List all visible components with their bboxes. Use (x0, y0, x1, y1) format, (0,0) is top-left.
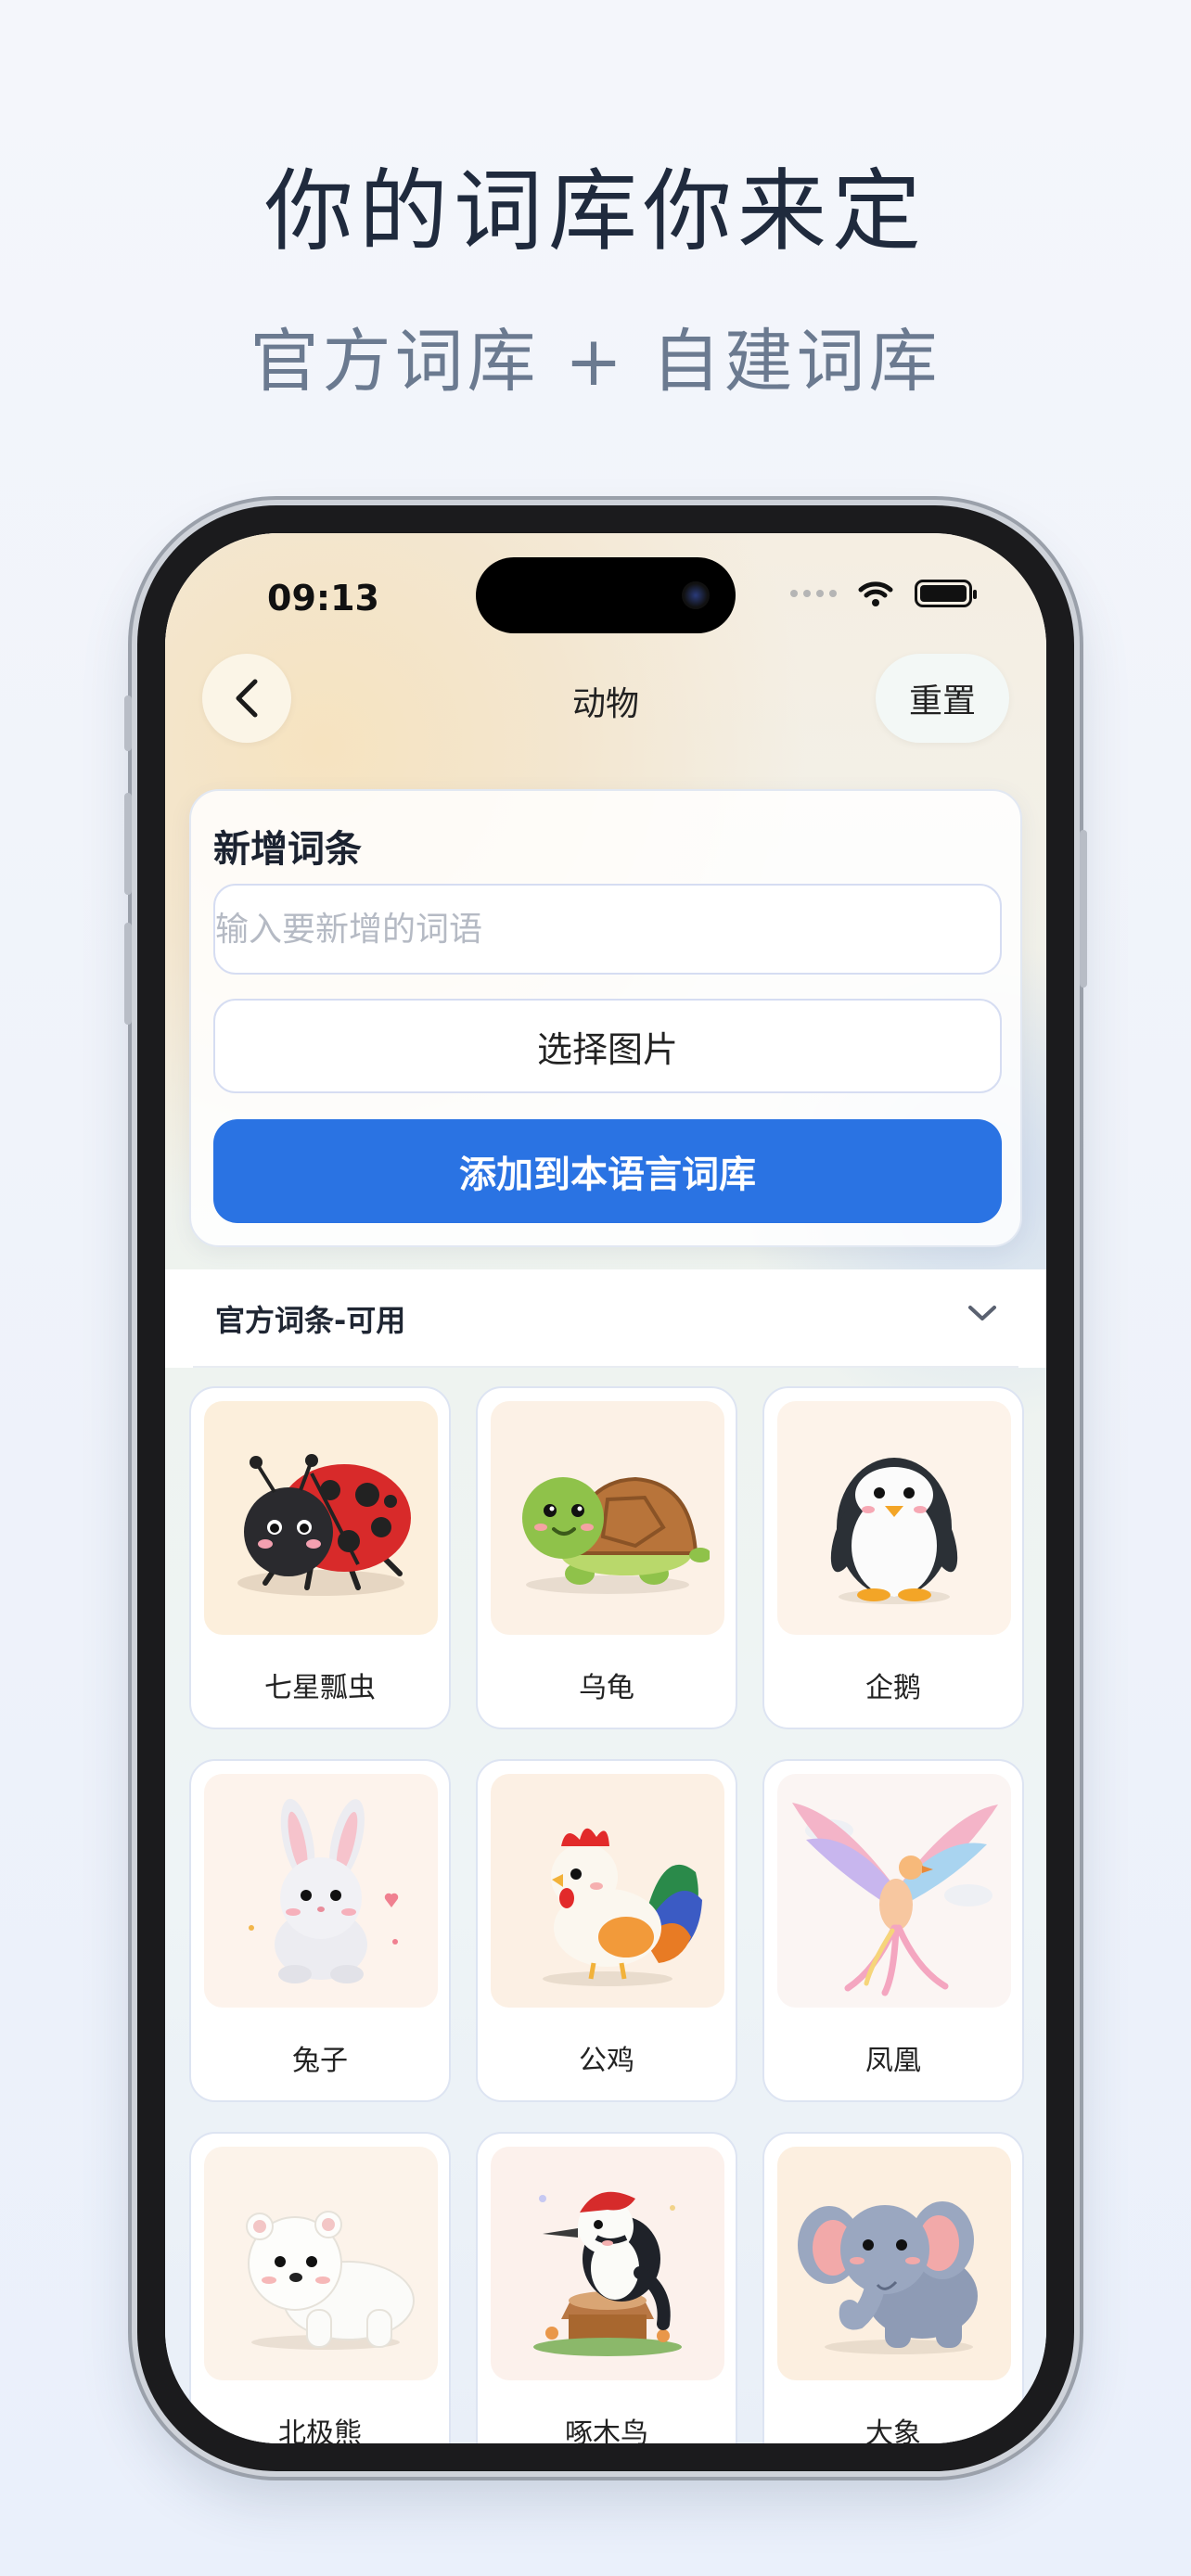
phone-volume-up-button (124, 793, 132, 895)
add-word-title: 新增词条 (213, 828, 362, 871)
ladybug-icon (204, 1401, 438, 1635)
new-word-input[interactable] (213, 884, 1002, 975)
dynamic-island (476, 557, 736, 633)
word-card[interactable]: 兔子 (189, 1759, 451, 2102)
word-label: 凤凰 (865, 2045, 921, 2077)
wifi-icon (858, 581, 893, 606)
add-word-card: 新增词条 选择图片 添加到本语言词库 (189, 789, 1022, 1247)
word-label: 兔子 (292, 2045, 348, 2077)
word-label: 七星瓢虫 (264, 1672, 376, 1704)
word-card[interactable]: 北极熊 (189, 2132, 451, 2443)
penguin-icon (777, 1401, 1011, 1635)
word-card[interactable]: 大象 (762, 2132, 1024, 2443)
elephant-icon (777, 2147, 1011, 2380)
word-card[interactable]: 啄木鸟 (476, 2132, 737, 2443)
section-label: 官方词条-可用 (215, 1303, 406, 1338)
phone-power-button (1080, 830, 1087, 988)
camera-icon (682, 581, 710, 609)
app-screen: 09:13 动物 重置 新增词条 选择图片 添加到本语言词库 官方词条-可用 (165, 533, 1046, 2443)
word-card[interactable]: 企鹅 (762, 1386, 1024, 1729)
phone-volume-down-button (124, 923, 132, 1025)
add-to-library-button[interactable]: 添加到本语言词库 (213, 1119, 1002, 1223)
word-card[interactable]: 七星瓢虫 (189, 1386, 451, 1729)
official-words-dropdown[interactable]: 官方词条-可用 (165, 1269, 1046, 1368)
phone-action-button (124, 695, 132, 751)
turtle-icon (491, 1401, 724, 1635)
phoenix-icon (777, 1774, 1011, 2008)
rabbit-icon (204, 1774, 438, 2008)
word-label: 大象 (865, 2417, 921, 2443)
reset-button[interactable]: 重置 (876, 654, 1009, 743)
polar-bear-icon (204, 2147, 438, 2380)
word-label: 啄木鸟 (565, 2417, 648, 2443)
phone-frame: 09:13 动物 重置 新增词条 选择图片 添加到本语言词库 官方词条-可用 (124, 505, 1087, 2471)
signal-dots-icon (790, 590, 837, 597)
status-indicators (790, 580, 977, 607)
status-time: 09:13 (267, 578, 379, 618)
word-label: 企鹅 (865, 1672, 921, 1704)
word-label: 北极熊 (278, 2417, 362, 2443)
word-grid: 七星瓢虫 乌龟 企鹅 兔子 公鸡 凤凰 北极熊 啄木鸟 大象 (189, 1386, 1024, 2443)
promo-headline: 你的词库你来定 (264, 159, 927, 263)
chevron-down-icon (968, 1306, 996, 1320)
word-label: 公鸡 (579, 2045, 634, 2077)
rooster-icon (491, 1774, 724, 2008)
word-card[interactable]: 乌龟 (476, 1386, 737, 1729)
word-label: 乌龟 (579, 1672, 634, 1704)
word-card[interactable]: 公鸡 (476, 1759, 737, 2102)
battery-icon (915, 580, 977, 607)
section-divider (193, 1366, 1018, 1368)
word-card[interactable]: 凤凰 (762, 1759, 1024, 2102)
promo-subheadline: 官方词库 + 自建词库 (250, 322, 941, 402)
woodpecker-icon (491, 2147, 724, 2380)
choose-image-button[interactable]: 选择图片 (213, 999, 1002, 1093)
